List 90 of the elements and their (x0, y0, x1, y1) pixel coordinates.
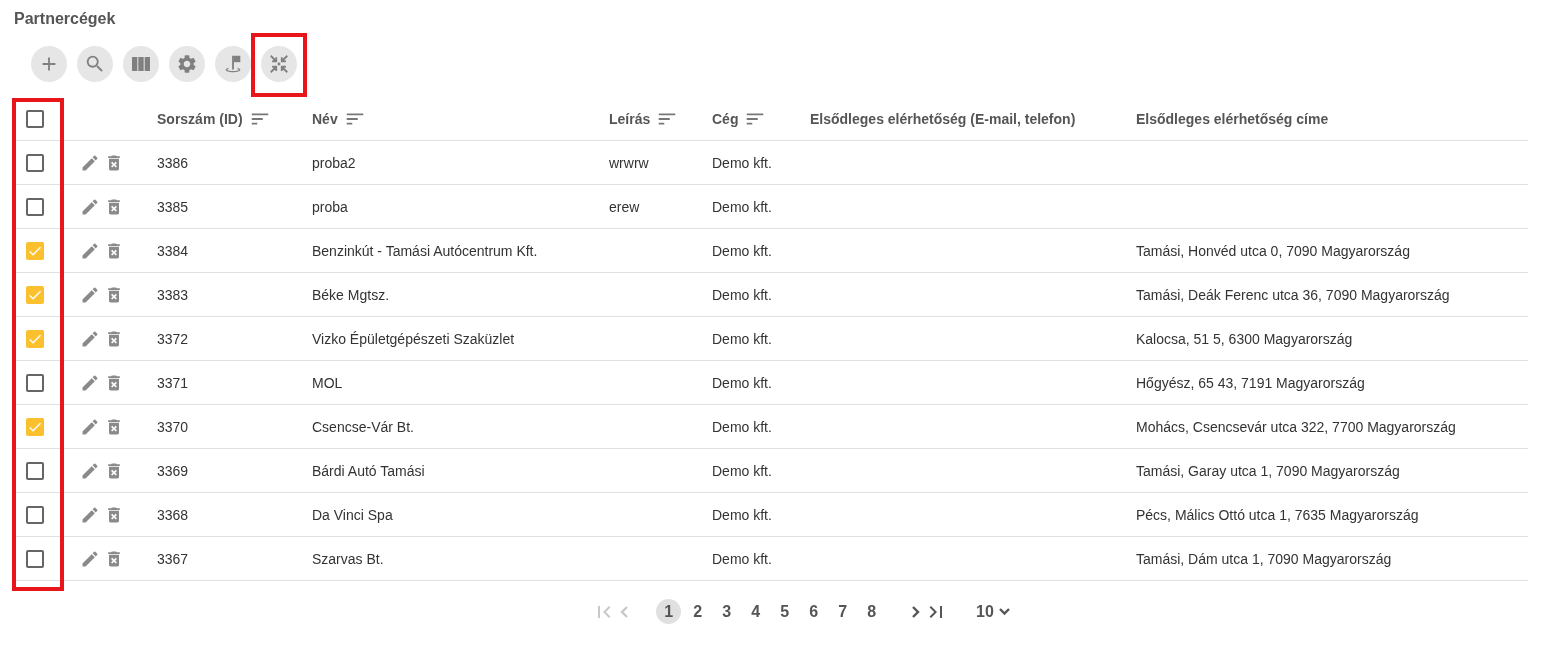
page-button[interactable]: 5 (772, 599, 798, 624)
table-cell: 3383 (157, 286, 189, 303)
table-cell: Demo kft. (712, 374, 772, 391)
flag-button[interactable] (215, 46, 251, 82)
page-button[interactable]: 3 (714, 599, 740, 624)
table-cell: erew (609, 198, 640, 215)
table-cell: Tamási, Dám utca 1, 7090 Magyarország (1136, 550, 1392, 567)
table-cell: proba2 (312, 154, 356, 171)
table-cell: 3369 (157, 462, 189, 479)
table-cell: Da Vinci Spa (312, 506, 393, 523)
table-cell: 3386 (157, 154, 189, 171)
row-checkbox[interactable] (26, 505, 44, 524)
edit-icon[interactable] (80, 460, 100, 481)
table-cell: 3372 (157, 330, 189, 347)
edit-icon[interactable] (80, 328, 100, 349)
table-cell: Tamási, Garay utca 1, 7090 Magyarország (1136, 462, 1400, 479)
page-button[interactable]: 7 (830, 599, 856, 624)
page-button[interactable]: 1 (656, 599, 682, 624)
table-cell: Benzinkút - Tamási Autócentrum Kft. (312, 242, 538, 259)
edit-icon[interactable] (80, 504, 100, 525)
table-cell: Tamási, Honvéd utca 0, 7090 Magyarország (1136, 242, 1410, 259)
table-cell: Demo kft. (712, 154, 772, 171)
table-cell: Demo kft. (712, 286, 772, 303)
select-all-checkbox[interactable] (26, 110, 44, 129)
chevron-left-icon (620, 605, 629, 618)
row-checkbox[interactable] (26, 285, 44, 304)
table-cell: wrwrw (609, 154, 649, 171)
table-cell: MOL (312, 374, 343, 391)
add-button[interactable] (31, 46, 67, 82)
page-button[interactable]: 4 (743, 599, 769, 624)
table-cell: Demo kft. (712, 462, 772, 479)
column-header[interactable]: Cég (712, 111, 739, 127)
column-header[interactable]: Leírás (609, 111, 651, 127)
edit-icon[interactable] (80, 548, 100, 569)
search-button[interactable] (77, 46, 113, 82)
row-checkbox[interactable] (26, 373, 44, 392)
column-header[interactable]: Elsődleges elérhetőség (E-mail, telefon) (810, 111, 1076, 127)
column-header[interactable]: Elsődleges elérhetőség címe (1136, 111, 1329, 127)
table-cell: Szarvas Bt. (312, 550, 384, 567)
edit-icon[interactable] (80, 152, 100, 173)
row-checkbox[interactable] (26, 461, 44, 480)
edit-icon[interactable] (80, 372, 100, 393)
page-button[interactable]: 6 (801, 599, 827, 624)
table-cell: Mohács, Csencsevár utca 322, 7700 Magyarország (1136, 418, 1456, 435)
search-icon (84, 53, 106, 75)
table-cell: 3385 (157, 198, 189, 215)
chevron-down-icon (998, 608, 1010, 615)
edit-icon[interactable] (80, 196, 100, 217)
table-cell: Bárdi Autó Tamási (312, 462, 425, 479)
table-cell: Tamási, Deák Ferenc utca 36, 7090 Magyarország (1136, 286, 1450, 303)
table-cell: proba (312, 198, 348, 215)
columns-button[interactable] (123, 46, 159, 82)
column-header[interactable]: Név (312, 111, 338, 127)
page-size-select[interactable]: 10 (976, 602, 1010, 621)
row-checkbox[interactable] (26, 197, 44, 216)
table-cell: Demo kft. (712, 418, 772, 435)
column-header[interactable]: Sorszám (ID) (157, 111, 243, 127)
settings-icon (176, 53, 198, 75)
table-cell: Demo kft. (712, 242, 772, 259)
edit-icon[interactable] (80, 284, 100, 305)
collapse-arrows-icon (268, 53, 290, 75)
table-cell: 3367 (157, 550, 189, 567)
edit-icon[interactable] (80, 240, 100, 261)
table-cell: Béke Mgtsz. (312, 286, 390, 303)
page-button[interactable]: 2 (685, 599, 711, 624)
page-title: Partnercégek (14, 9, 117, 29)
row-checkbox[interactable] (26, 549, 44, 568)
table-cell: 3370 (157, 418, 189, 435)
table-cell: Vizko Épületgépészeti Szaküzlet (312, 330, 515, 347)
table-cell: 3371 (157, 374, 189, 391)
table-cell: Hőgyész, 65 43, 7191 Magyarország (1136, 374, 1365, 391)
row-checkbox[interactable] (26, 417, 44, 436)
table-cell: Csencse-Vár Bt. (312, 418, 414, 435)
table-cell: Demo kft. (712, 198, 772, 215)
page-button[interactable]: 8 (859, 599, 885, 624)
chevron-right-icon (912, 605, 921, 618)
edit-icon[interactable] (80, 416, 100, 437)
table-cell: Kalocsa, 51 5, 6300 Magyarország (1136, 330, 1353, 347)
settings-button[interactable] (169, 46, 205, 82)
table-cell: 3368 (157, 506, 189, 523)
table-cell: Demo kft. (712, 506, 772, 523)
table-cell: Demo kft. (712, 330, 772, 347)
row-checkbox[interactable] (26, 153, 44, 172)
next-page-button[interactable] (912, 605, 921, 618)
table-cell: 3384 (157, 242, 189, 259)
table-cell: Pécs, Málics Ottó utca 1, 7635 Magyarország (1136, 506, 1419, 523)
row-checkbox[interactable] (26, 329, 44, 348)
collapse-button[interactable] (261, 46, 297, 82)
row-checkbox[interactable] (26, 241, 44, 260)
table-cell: Demo kft. (712, 550, 772, 567)
